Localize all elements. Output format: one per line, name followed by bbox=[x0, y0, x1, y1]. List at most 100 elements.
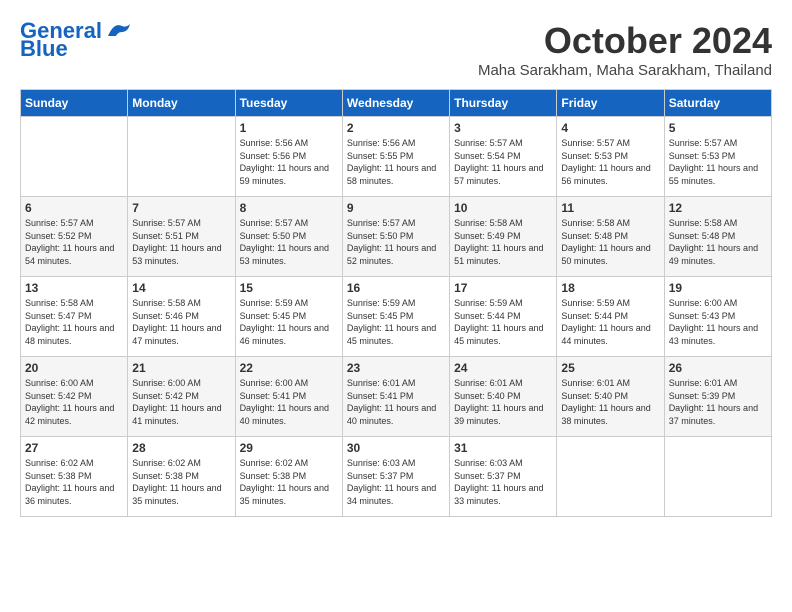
day-number: 16 bbox=[347, 281, 445, 295]
calendar-day-cell bbox=[557, 437, 664, 517]
calendar-day-cell bbox=[664, 437, 771, 517]
day-number: 7 bbox=[132, 201, 230, 215]
day-number: 22 bbox=[240, 361, 338, 375]
day-info: Sunrise: 6:03 AM Sunset: 5:37 PM Dayligh… bbox=[454, 457, 552, 507]
day-number: 15 bbox=[240, 281, 338, 295]
day-number: 9 bbox=[347, 201, 445, 215]
day-info: Sunrise: 5:57 AM Sunset: 5:50 PM Dayligh… bbox=[347, 217, 445, 267]
calendar-body: 1 Sunrise: 5:56 AM Sunset: 5:56 PM Daylig… bbox=[21, 117, 772, 517]
calendar-day-cell: 9 Sunrise: 5:57 AM Sunset: 5:50 PM Daylig… bbox=[342, 197, 449, 277]
location-title: Maha Sarakham, Maha Sarakham, Thailand bbox=[478, 62, 772, 79]
calendar-day-cell: 19 Sunrise: 6:00 AM Sunset: 5:43 PM Dayli… bbox=[664, 277, 771, 357]
calendar-day-cell: 16 Sunrise: 5:59 AM Sunset: 5:45 PM Dayli… bbox=[342, 277, 449, 357]
day-info: Sunrise: 5:58 AM Sunset: 5:49 PM Dayligh… bbox=[454, 217, 552, 267]
calendar-day-cell: 15 Sunrise: 5:59 AM Sunset: 5:45 PM Dayli… bbox=[235, 277, 342, 357]
day-number: 6 bbox=[25, 201, 123, 215]
calendar-day-cell: 8Sunrise: 5:57 AM Sunset: 5:50 PM Daylig… bbox=[235, 197, 342, 277]
calendar-day-cell: 24 Sunrise: 6:01 AM Sunset: 5:40 PM Dayli… bbox=[450, 357, 557, 437]
calendar-table: SundayMondayTuesdayWednesdayThursdayFrid… bbox=[20, 89, 772, 517]
day-number: 23 bbox=[347, 361, 445, 375]
day-info: Sunrise: 6:01 AM Sunset: 5:39 PM Dayligh… bbox=[669, 377, 767, 427]
calendar-day-cell: 6 Sunrise: 5:57 AM Sunset: 5:52 PM Daylig… bbox=[21, 197, 128, 277]
day-number: 21 bbox=[132, 361, 230, 375]
month-title: October 2024 bbox=[478, 20, 772, 62]
calendar-day-cell: 21 Sunrise: 6:00 AM Sunset: 5:42 PM Dayli… bbox=[128, 357, 235, 437]
logo-bird-icon bbox=[104, 18, 132, 40]
calendar-day-cell: 14Sunrise: 5:58 AM Sunset: 5:46 PM Dayli… bbox=[128, 277, 235, 357]
day-number: 1 bbox=[240, 121, 338, 135]
calendar-week-row: 20 Sunrise: 6:00 AM Sunset: 5:42 PM Dayli… bbox=[21, 357, 772, 437]
calendar-header-row: SundayMondayTuesdayWednesdayThursdayFrid… bbox=[21, 90, 772, 117]
calendar-day-cell: 12 Sunrise: 5:58 AM Sunset: 5:48 PM Dayli… bbox=[664, 197, 771, 277]
day-info: Sunrise: 5:57 AM Sunset: 5:52 PM Dayligh… bbox=[25, 217, 123, 267]
day-info: Sunrise: 5:57 AM Sunset: 5:51 PM Dayligh… bbox=[132, 217, 230, 267]
day-number: 12 bbox=[669, 201, 767, 215]
day-info: Sunrise: 5:58 AM Sunset: 5:46 PM Dayligh… bbox=[132, 297, 230, 347]
day-number: 20 bbox=[25, 361, 123, 375]
day-info: Sunrise: 6:00 AM Sunset: 5:43 PM Dayligh… bbox=[669, 297, 767, 347]
calendar-day-cell: 13Sunrise: 5:58 AM Sunset: 5:47 PM Dayli… bbox=[21, 277, 128, 357]
calendar-day-cell: 30 Sunrise: 6:03 AM Sunset: 5:37 PM Dayli… bbox=[342, 437, 449, 517]
calendar-day-cell: 10 Sunrise: 5:58 AM Sunset: 5:49 PM Dayli… bbox=[450, 197, 557, 277]
day-number: 29 bbox=[240, 441, 338, 455]
day-number: 27 bbox=[25, 441, 123, 455]
calendar-week-row: 6 Sunrise: 5:57 AM Sunset: 5:52 PM Daylig… bbox=[21, 197, 772, 277]
calendar-day-cell: 17 Sunrise: 5:59 AM Sunset: 5:44 PM Dayli… bbox=[450, 277, 557, 357]
calendar-day-cell: 20 Sunrise: 6:00 AM Sunset: 5:42 PM Dayli… bbox=[21, 357, 128, 437]
day-info: Sunrise: 5:58 AM Sunset: 5:48 PM Dayligh… bbox=[669, 217, 767, 267]
day-info: Sunrise: 5:59 AM Sunset: 5:45 PM Dayligh… bbox=[347, 297, 445, 347]
day-number: 2 bbox=[347, 121, 445, 135]
calendar-day-cell: 11 Sunrise: 5:58 AM Sunset: 5:48 PM Dayli… bbox=[557, 197, 664, 277]
calendar-day-cell: 5 Sunrise: 5:57 AM Sunset: 5:53 PM Daylig… bbox=[664, 117, 771, 197]
day-info: Sunrise: 6:03 AM Sunset: 5:37 PM Dayligh… bbox=[347, 457, 445, 507]
weekday-header-cell: Monday bbox=[128, 90, 235, 117]
calendar-day-cell: 1 Sunrise: 5:56 AM Sunset: 5:56 PM Daylig… bbox=[235, 117, 342, 197]
calendar-day-cell: 7 Sunrise: 5:57 AM Sunset: 5:51 PM Daylig… bbox=[128, 197, 235, 277]
day-number: 28 bbox=[132, 441, 230, 455]
calendar-day-cell: 2Sunrise: 5:56 AM Sunset: 5:55 PM Daylig… bbox=[342, 117, 449, 197]
day-info: Sunrise: 6:00 AM Sunset: 5:42 PM Dayligh… bbox=[25, 377, 123, 427]
day-info: Sunrise: 5:58 AM Sunset: 5:47 PM Dayligh… bbox=[25, 297, 123, 347]
day-number: 30 bbox=[347, 441, 445, 455]
calendar-day-cell: 29Sunrise: 6:02 AM Sunset: 5:38 PM Dayli… bbox=[235, 437, 342, 517]
day-number: 18 bbox=[561, 281, 659, 295]
calendar-day-cell bbox=[21, 117, 128, 197]
weekday-header-cell: Tuesday bbox=[235, 90, 342, 117]
day-info: Sunrise: 5:56 AM Sunset: 5:56 PM Dayligh… bbox=[240, 137, 338, 187]
day-info: Sunrise: 6:01 AM Sunset: 5:40 PM Dayligh… bbox=[454, 377, 552, 427]
calendar-week-row: 1 Sunrise: 5:56 AM Sunset: 5:56 PM Daylig… bbox=[21, 117, 772, 197]
day-info: Sunrise: 5:57 AM Sunset: 5:53 PM Dayligh… bbox=[561, 137, 659, 187]
day-info: Sunrise: 6:01 AM Sunset: 5:40 PM Dayligh… bbox=[561, 377, 659, 427]
calendar-day-cell: 26Sunrise: 6:01 AM Sunset: 5:39 PM Dayli… bbox=[664, 357, 771, 437]
day-info: Sunrise: 5:59 AM Sunset: 5:44 PM Dayligh… bbox=[561, 297, 659, 347]
page-header: General Blue October 2024 Maha Sarakham,… bbox=[20, 20, 772, 79]
day-info: Sunrise: 5:58 AM Sunset: 5:48 PM Dayligh… bbox=[561, 217, 659, 267]
day-number: 5 bbox=[669, 121, 767, 135]
day-number: 4 bbox=[561, 121, 659, 135]
day-info: Sunrise: 6:00 AM Sunset: 5:42 PM Dayligh… bbox=[132, 377, 230, 427]
calendar-day-cell: 22Sunrise: 6:00 AM Sunset: 5:41 PM Dayli… bbox=[235, 357, 342, 437]
day-number: 17 bbox=[454, 281, 552, 295]
calendar-week-row: 27 Sunrise: 6:02 AM Sunset: 5:38 PM Dayli… bbox=[21, 437, 772, 517]
title-section: October 2024 Maha Sarakham, Maha Sarakha… bbox=[478, 20, 772, 79]
day-number: 25 bbox=[561, 361, 659, 375]
calendar-day-cell: 4 Sunrise: 5:57 AM Sunset: 5:53 PM Daylig… bbox=[557, 117, 664, 197]
logo-text2: Blue bbox=[20, 38, 68, 60]
calendar-day-cell: 23 Sunrise: 6:01 AM Sunset: 5:41 PM Dayli… bbox=[342, 357, 449, 437]
weekday-header-cell: Thursday bbox=[450, 90, 557, 117]
day-info: Sunrise: 5:59 AM Sunset: 5:44 PM Dayligh… bbox=[454, 297, 552, 347]
day-number: 10 bbox=[454, 201, 552, 215]
day-number: 3 bbox=[454, 121, 552, 135]
day-number: 19 bbox=[669, 281, 767, 295]
calendar-day-cell bbox=[128, 117, 235, 197]
day-info: Sunrise: 6:01 AM Sunset: 5:41 PM Dayligh… bbox=[347, 377, 445, 427]
day-number: 11 bbox=[561, 201, 659, 215]
day-number: 8 bbox=[240, 201, 338, 215]
day-info: Sunrise: 6:02 AM Sunset: 5:38 PM Dayligh… bbox=[132, 457, 230, 507]
day-info: Sunrise: 5:57 AM Sunset: 5:53 PM Dayligh… bbox=[669, 137, 767, 187]
day-info: Sunrise: 5:59 AM Sunset: 5:45 PM Dayligh… bbox=[240, 297, 338, 347]
day-info: Sunrise: 6:02 AM Sunset: 5:38 PM Dayligh… bbox=[25, 457, 123, 507]
weekday-header-cell: Sunday bbox=[21, 90, 128, 117]
day-number: 24 bbox=[454, 361, 552, 375]
logo: General Blue bbox=[20, 20, 132, 60]
